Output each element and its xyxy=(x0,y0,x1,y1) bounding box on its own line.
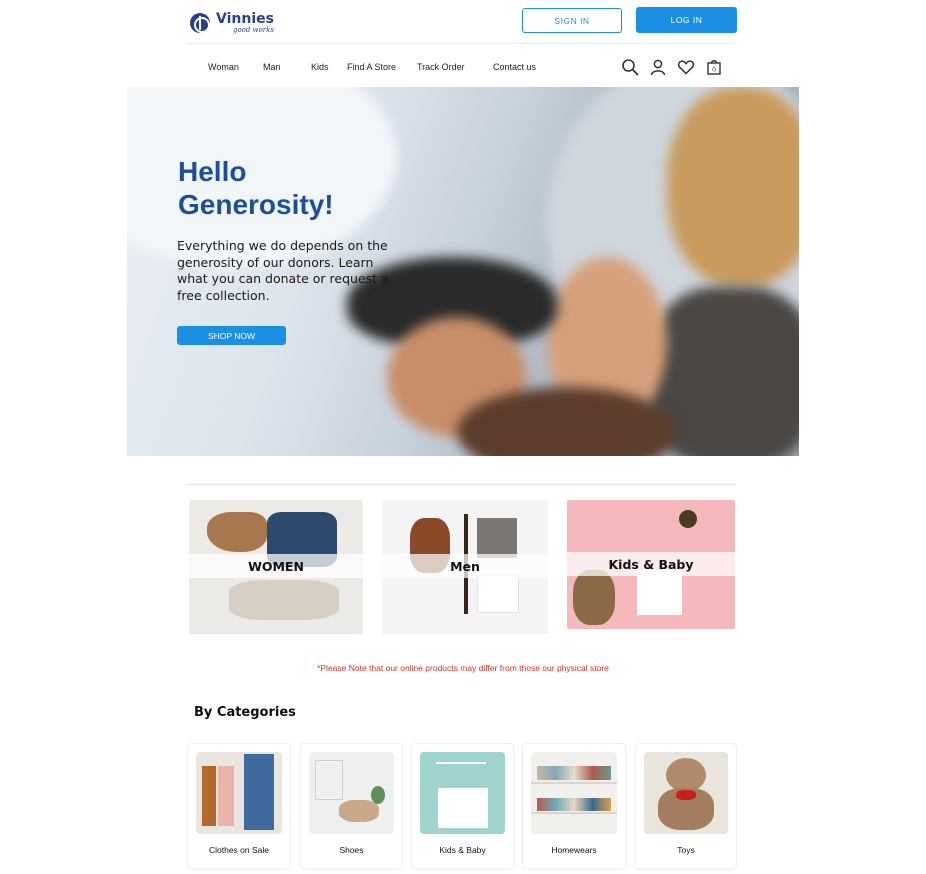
category-card-toys[interactable]: Toys xyxy=(636,744,736,868)
tshirt-image xyxy=(477,575,519,613)
category-card-shoes[interactable]: Shoes xyxy=(301,744,402,868)
category-card-kids-baby[interactable]: Kids & Baby xyxy=(412,744,513,868)
hat-image xyxy=(679,510,697,528)
brand-name: Vinnies xyxy=(216,11,274,27)
boots-image xyxy=(207,512,267,552)
nav-item-find-a-store[interactable]: Find A Store xyxy=(347,62,396,72)
category-label: Homewears xyxy=(551,845,597,855)
shop-now-button[interactable]: SHOP NOW xyxy=(177,326,286,345)
hero-person-hair xyxy=(667,87,799,287)
category-image-toys xyxy=(644,752,728,834)
teddy-image xyxy=(573,570,615,625)
featured-tile-women[interactable]: WOMEN xyxy=(189,500,363,634)
category-label: Kids & Baby xyxy=(439,845,486,855)
tile-label-kids-baby: Kids & Baby xyxy=(608,556,694,572)
featured-tile-men[interactable]: Men xyxy=(382,500,548,634)
nav-item-contact-us[interactable]: Contact us xyxy=(493,62,536,72)
store-notice: *Please Note that our online products ma… xyxy=(317,663,609,673)
nav-item-man[interactable]: Man xyxy=(263,62,281,72)
category-label: Clothes on Sale xyxy=(208,845,269,855)
section-divider xyxy=(186,484,736,485)
logo-mark-icon xyxy=(190,13,210,33)
sweater-image xyxy=(229,580,339,620)
sign-in-button[interactable]: SIGN IN xyxy=(522,8,622,33)
header-divider xyxy=(188,43,736,44)
brand-tagline: good works xyxy=(232,26,274,34)
nav-item-kids[interactable]: Kids xyxy=(311,62,329,72)
user-icon[interactable] xyxy=(649,58,667,76)
nav-item-track-order[interactable]: Track Order xyxy=(417,62,465,72)
category-card-clothes-on-sale[interactable]: Clothes on Sale xyxy=(188,744,290,868)
category-card-homewears[interactable]: Homewears xyxy=(523,744,625,868)
tile-label-men: Men xyxy=(450,558,480,574)
hero-description: Everything we do depends on the generosi… xyxy=(177,238,389,303)
search-icon[interactable] xyxy=(621,58,639,76)
category-image-clothes xyxy=(196,752,282,834)
brand-logo[interactable]: Vinnies good works xyxy=(190,12,274,34)
bag-icon[interactable]: 0 xyxy=(705,58,723,76)
shorts-image xyxy=(477,518,517,558)
category-image-homewears xyxy=(531,752,617,834)
tile-label-women: WOMEN xyxy=(248,558,304,574)
category-image-kids xyxy=(420,752,505,834)
categories-title: By Categories xyxy=(194,705,296,720)
category-image-shoes xyxy=(309,752,394,834)
hero-banner: Hello Generosity! Everything we do depen… xyxy=(127,87,799,456)
hero-title: Hello Generosity! xyxy=(178,156,334,220)
featured-tile-kids-baby[interactable]: Kids & Baby xyxy=(567,500,735,629)
nav-item-woman[interactable]: Woman xyxy=(208,62,239,72)
category-label: Shoes xyxy=(339,845,364,855)
bag-count: 0 xyxy=(712,67,716,74)
category-label: Toys xyxy=(677,845,695,855)
heart-icon[interactable] xyxy=(677,58,695,76)
log-in-button[interactable]: LOG IN xyxy=(636,7,737,33)
baby-tee-image xyxy=(637,570,682,615)
